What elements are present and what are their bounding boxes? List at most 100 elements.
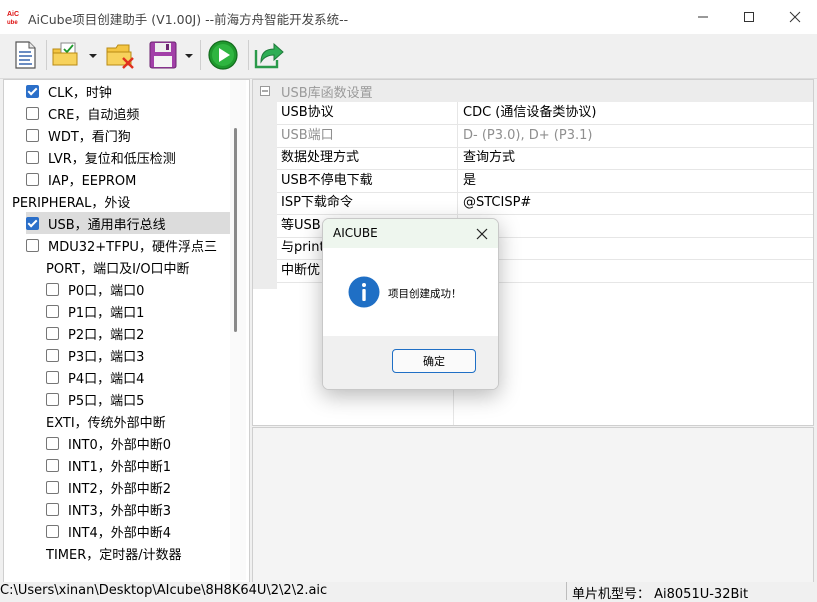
property-row[interactable]: USB端口 D- (P3.0), D+ (P3.1): [277, 124, 813, 148]
tree-item[interactable]: INT1，外部中断1: [46, 454, 230, 476]
property-key: 数据处理方式: [277, 147, 458, 169]
tree-item[interactable]: P0口，端口0: [46, 278, 230, 300]
tree-item-label: INT1，外部中断1: [68, 459, 172, 475]
tree-item[interactable]: INT0，外部中断0: [46, 432, 230, 454]
tree-item-label: P2口，端口2: [68, 327, 145, 343]
property-key: USB不停电下载: [277, 169, 458, 192]
window-title: AiCube项目创建助手 (V1.00J) --前海方舟智能开发系统--: [28, 12, 349, 27]
tree-item-label: EXTI，传统外部中断: [46, 415, 166, 431]
property-value[interactable]: 是: [458, 170, 476, 192]
tree-group[interactable]: TIMER，定时器/计数器: [30, 542, 230, 564]
save-button[interactable]: [146, 38, 180, 72]
tree-item-label: P5口，端口5: [68, 393, 145, 409]
floppy-disk-icon: [149, 41, 177, 69]
run-button[interactable]: [206, 38, 240, 72]
property-key: USB协议: [277, 102, 458, 124]
svg-text:ube: ube: [7, 20, 18, 26]
tree-item-checkbox[interactable]: [46, 326, 59, 340]
tree-item-checkbox[interactable]: [46, 524, 59, 538]
project-path: C:\Users\xinan\Desktop\AIcube\8H8K64U\2\…: [0, 583, 328, 598]
tree-item-checkbox[interactable]: [46, 480, 59, 494]
new-document-button[interactable]: [8, 38, 42, 72]
toolbar-separator: [248, 40, 249, 70]
property-category-label: USB库函数设置: [281, 85, 373, 101]
export-button[interactable]: [252, 38, 286, 72]
tree-item[interactable]: USB，通用串行总线: [26, 212, 230, 234]
tree-item-checkbox[interactable]: [46, 282, 59, 296]
tree-item[interactable]: P5口，端口5: [46, 388, 230, 410]
tree-item-checkbox[interactable]: [46, 348, 59, 362]
tree-item-checkbox[interactable]: [26, 172, 39, 186]
tree-item-label: USB，通用串行总线: [48, 217, 166, 233]
close-window-button[interactable]: [772, 0, 817, 34]
collapse-icon[interactable]: [253, 86, 277, 96]
property-value[interactable]: D- (P3.0), D+ (P3.1): [458, 125, 592, 147]
tree-item[interactable]: CRE，自动追频: [26, 102, 230, 124]
tree-group[interactable]: PERIPHERAL，外设: [8, 190, 230, 212]
dialog-close-button[interactable]: [471, 223, 493, 245]
property-value[interactable]: @STCISP#: [458, 192, 531, 214]
dialog-footer: 确定: [323, 336, 498, 389]
tree-item[interactable]: MDU32+TFPU，硬件浮点三: [26, 234, 230, 256]
tree-item-checkbox[interactable]: [26, 128, 39, 142]
tree-item-checkbox[interactable]: [26, 150, 39, 164]
tree-item-checkbox[interactable]: [26, 106, 39, 120]
close-icon: [476, 228, 488, 240]
ok-button[interactable]: 确定: [392, 349, 476, 373]
svg-text:AiC: AiC: [7, 11, 19, 18]
property-value[interactable]: CDC (通信设备类协议): [458, 102, 596, 124]
property-row[interactable]: 数据处理方式 查询方式: [277, 147, 813, 170]
chevron-down-icon[interactable]: [88, 50, 98, 60]
export-arrow-icon: [254, 42, 284, 69]
property-key: ISP下载命令: [277, 192, 458, 214]
tree-group[interactable]: PORT，端口及I/O口中断: [30, 256, 230, 278]
toolbar: [0, 34, 817, 79]
tree-group[interactable]: EXTI，传统外部中断: [30, 410, 230, 432]
description-pane: [252, 427, 814, 583]
tree-item[interactable]: P2口，端口2: [46, 322, 230, 344]
status-separator: [566, 582, 567, 600]
tree-item[interactable]: P4口，端口4: [46, 366, 230, 388]
tree-item-label: INT2，外部中断2: [68, 481, 172, 497]
tree-item-label: P1口，端口1: [68, 305, 145, 321]
open-project-button[interactable]: [50, 38, 84, 72]
tree-item-label: WDT，看门狗: [48, 129, 131, 145]
tree-item[interactable]: P1口，端口1: [46, 300, 230, 322]
tree-item-checkbox[interactable]: [26, 84, 39, 98]
property-category[interactable]: USB库函数设置: [253, 80, 813, 102]
property-value[interactable]: 查询方式: [458, 147, 515, 169]
maximize-button[interactable]: [726, 0, 772, 34]
tree-item-label: CLK，时钟: [48, 85, 112, 101]
property-row[interactable]: USB不停电下载是: [277, 169, 813, 193]
tree-item[interactable]: INT4，外部中断4: [46, 520, 230, 542]
tree-item-label: TIMER，定时器/计数器: [46, 547, 182, 563]
document-icon: [15, 41, 36, 69]
tree-scrollbar[interactable]: [230, 80, 246, 580]
tree-item-checkbox[interactable]: [46, 436, 59, 450]
tree-item[interactable]: INT3，外部中断3: [46, 498, 230, 520]
tree-item-label: CRE，自动追频: [48, 107, 140, 123]
tree-item-label: LVR，复位和低压检测: [48, 151, 176, 167]
tree-item-checkbox[interactable]: [46, 370, 59, 384]
minimize-button[interactable]: [680, 0, 726, 34]
close-project-button[interactable]: [104, 38, 138, 72]
tree-item[interactable]: IAP，EEPROM: [26, 168, 230, 190]
tree-item[interactable]: LVR，复位和低压检测: [26, 146, 230, 168]
tree-item-checkbox[interactable]: [46, 502, 59, 516]
peripheral-tree[interactable]: CLK，时钟 CRE，自动追频 WDT，看门狗 LVR，复位和低压检测 IAP，EEPR…: [3, 79, 250, 584]
tree-item-label: P0口，端口0: [68, 283, 145, 299]
tree-item[interactable]: P3口，端口3: [46, 344, 230, 366]
tree-item[interactable]: INT2，外部中断2: [46, 476, 230, 498]
tree-item[interactable]: CLK，时钟: [26, 80, 230, 102]
tree-item[interactable]: WDT，看门狗: [26, 124, 230, 146]
tree-scrollbar-thumb[interactable]: [234, 128, 237, 332]
tree-item-checkbox[interactable]: [46, 392, 59, 406]
tree-item-checkbox[interactable]: [46, 304, 59, 318]
tree-item-checkbox[interactable]: [26, 238, 39, 252]
tree-item-checkbox[interactable]: [46, 458, 59, 472]
chevron-down-icon[interactable]: [184, 50, 194, 60]
tree-item-checkbox[interactable]: [26, 216, 39, 230]
property-row[interactable]: USB协议 CDC (通信设备类协议): [277, 102, 813, 125]
property-row[interactable]: ISP下载命令 @STCISP#: [277, 192, 813, 215]
tree-item-label: INT0，外部中断0: [68, 437, 172, 453]
